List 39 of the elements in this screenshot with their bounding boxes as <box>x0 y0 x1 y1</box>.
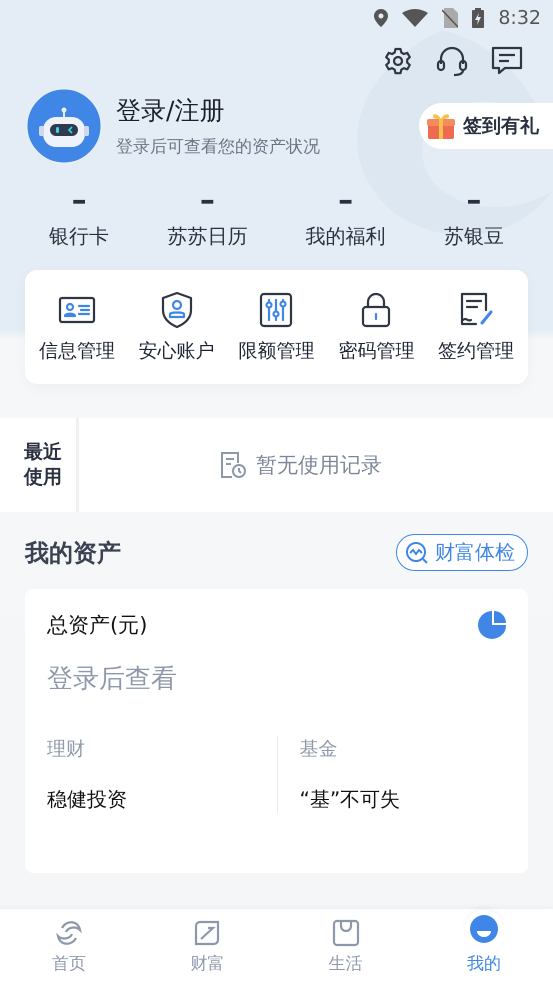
section-title: 我的资产 <box>25 538 121 568</box>
total-assets-value: 登录后查看 <box>47 663 178 696</box>
location-icon <box>374 9 388 27</box>
login-hint: 登录后可查看您的资产状况 <box>116 136 321 158</box>
pie-chart-icon[interactable] <box>478 611 506 639</box>
bag-icon <box>330 918 361 948</box>
asset-tagline[interactable]: 稳健投资 <box>47 786 276 813</box>
checkin-button[interactable]: 签到有礼 <box>419 103 553 149</box>
status-time: 8:32 <box>498 7 541 29</box>
stat-label[interactable]: 苏苏日历 <box>167 223 248 250</box>
asset-tagline[interactable]: “基”不可失 <box>300 786 506 813</box>
quick-action[interactable]: 限额管理 <box>238 290 314 364</box>
stat-value: – <box>200 184 215 217</box>
no-sim-icon <box>442 8 458 28</box>
login-link[interactable]: 登录/注册 <box>116 94 405 127</box>
quick-action[interactable]: 安心账户 <box>138 290 215 364</box>
asset-category: 理财 <box>47 737 86 762</box>
smile-face-icon <box>468 914 499 944</box>
stat-value: – <box>72 184 87 217</box>
headset-button[interactable] <box>435 46 469 78</box>
stat-label[interactable]: 我的福利 <box>306 223 386 250</box>
quick-action[interactable]: 信息管理 <box>38 290 115 364</box>
wifi-icon <box>402 9 428 27</box>
robot-avatar-icon[interactable] <box>26 88 102 164</box>
history-document-icon <box>220 451 246 479</box>
chart-magnifier-icon <box>405 540 429 564</box>
swirl-icon <box>54 918 84 948</box>
stat-value: – <box>466 184 482 217</box>
battery-icon <box>472 8 484 28</box>
total-assets-label: 总资产(元) <box>47 612 148 639</box>
stat-label[interactable]: 银行卡 <box>49 223 110 250</box>
empty-record-text: 暂无使用记录 <box>256 452 382 479</box>
stat-label[interactable]: 苏银豆 <box>444 223 504 250</box>
nav-tab[interactable]: 我的 <box>414 909 553 983</box>
asset-category: 基金 <box>300 737 338 762</box>
stat-value: – <box>338 184 354 217</box>
wealth-checkup-button[interactable]: 财富体检 <box>396 534 528 571</box>
quick-action[interactable]: 密码管理 <box>338 290 414 364</box>
quick-action[interactable]: 签约管理 <box>438 290 514 364</box>
